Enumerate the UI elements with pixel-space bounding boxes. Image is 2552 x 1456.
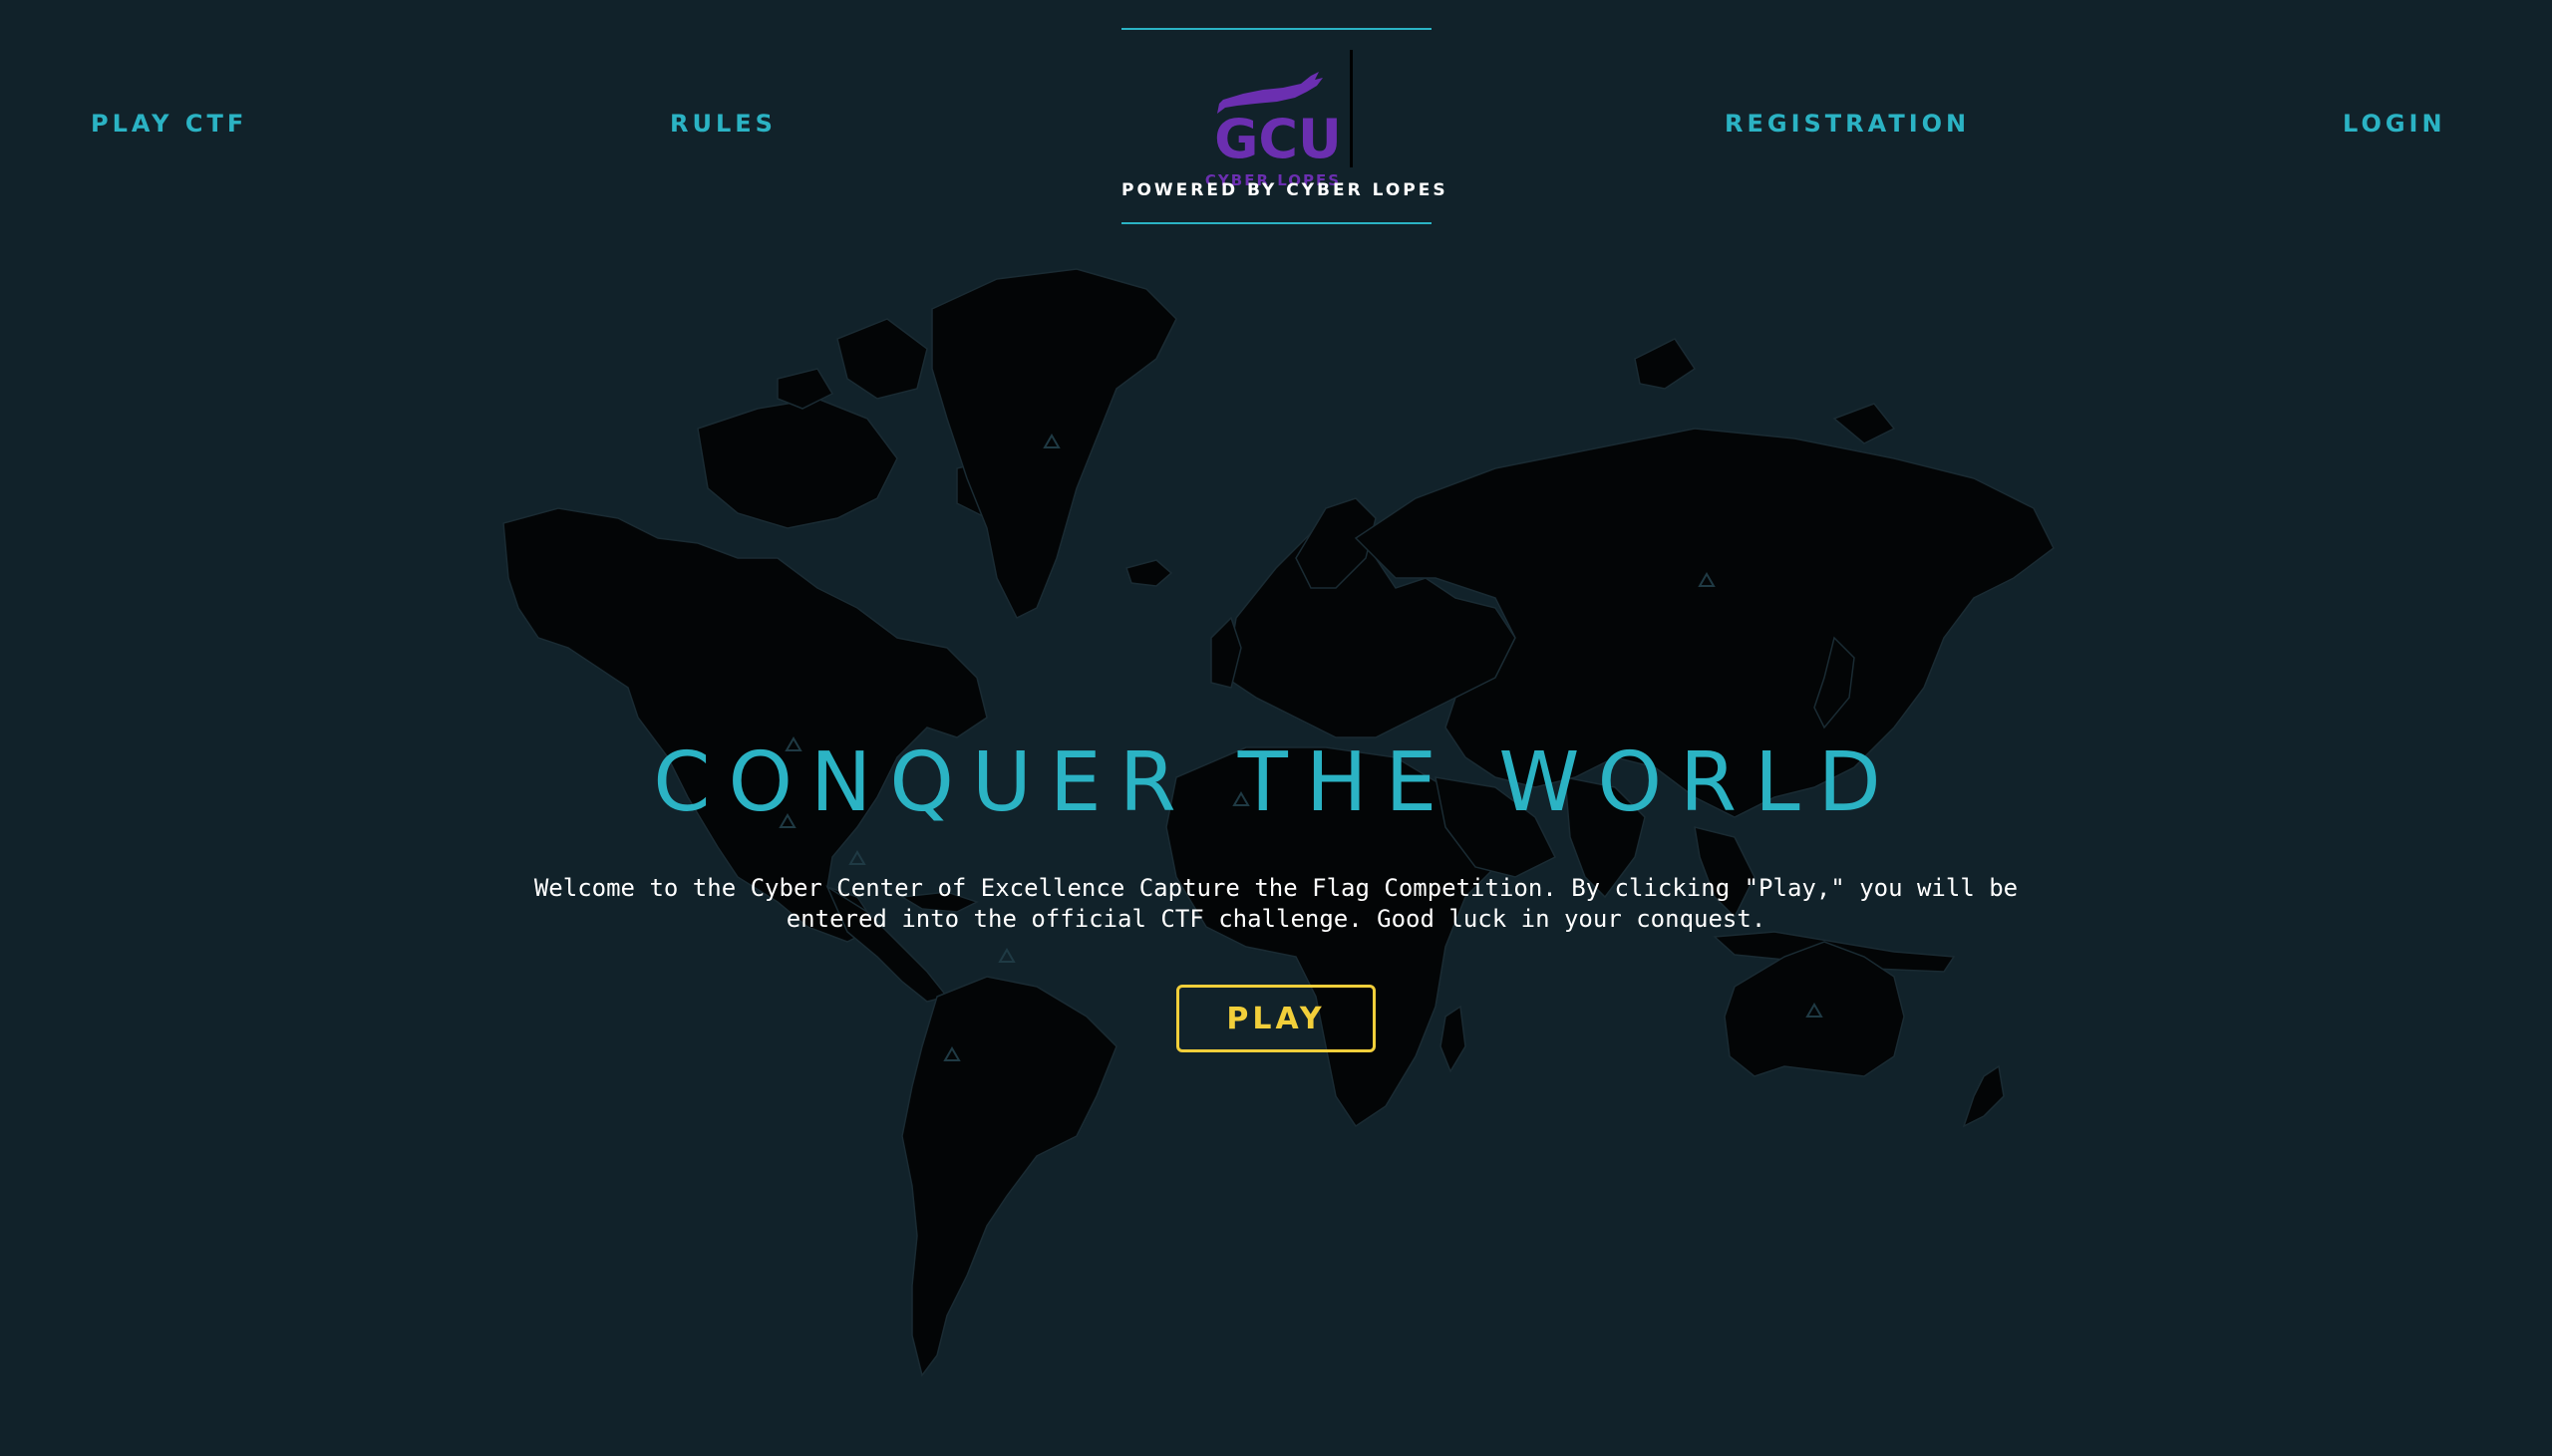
arctic-islands: [697, 398, 898, 529]
logo-caption: POWERED BY CYBER LOPES: [1121, 180, 1448, 200]
nav-play-ctf-link[interactable]: PLAY CTF: [91, 110, 247, 138]
logo-divider: [1350, 50, 1353, 167]
hero-description: Welcome to the Cyber Center of Excellenc…: [533, 874, 2019, 933]
logo-block[interactable]: GCU CYBER LOPES POWERED BY CYBER LOPES: [1121, 28, 1448, 224]
south-america: [901, 976, 1117, 1377]
logo-bottom-rule: [1121, 222, 1432, 224]
hero-title: CONQUER THE WORLD: [653, 735, 1899, 830]
logo-wordmark: GCU: [1214, 108, 1342, 170]
logo-top-rule: [1121, 28, 1432, 30]
nav-rules-link[interactable]: RULES: [670, 110, 777, 138]
nav-registration-link[interactable]: REGISTRATION: [1725, 110, 1970, 138]
landing-page: PLAY CTF RULES REGISTRATION LOGIN GCU CY…: [0, 0, 2552, 1456]
gcu-lope-logo-icon: GCU CYBER LOPES: [1205, 72, 1342, 189]
nav-login-link[interactable]: LOGIN: [2343, 110, 2446, 138]
play-button[interactable]: PLAY: [1176, 985, 1376, 1052]
